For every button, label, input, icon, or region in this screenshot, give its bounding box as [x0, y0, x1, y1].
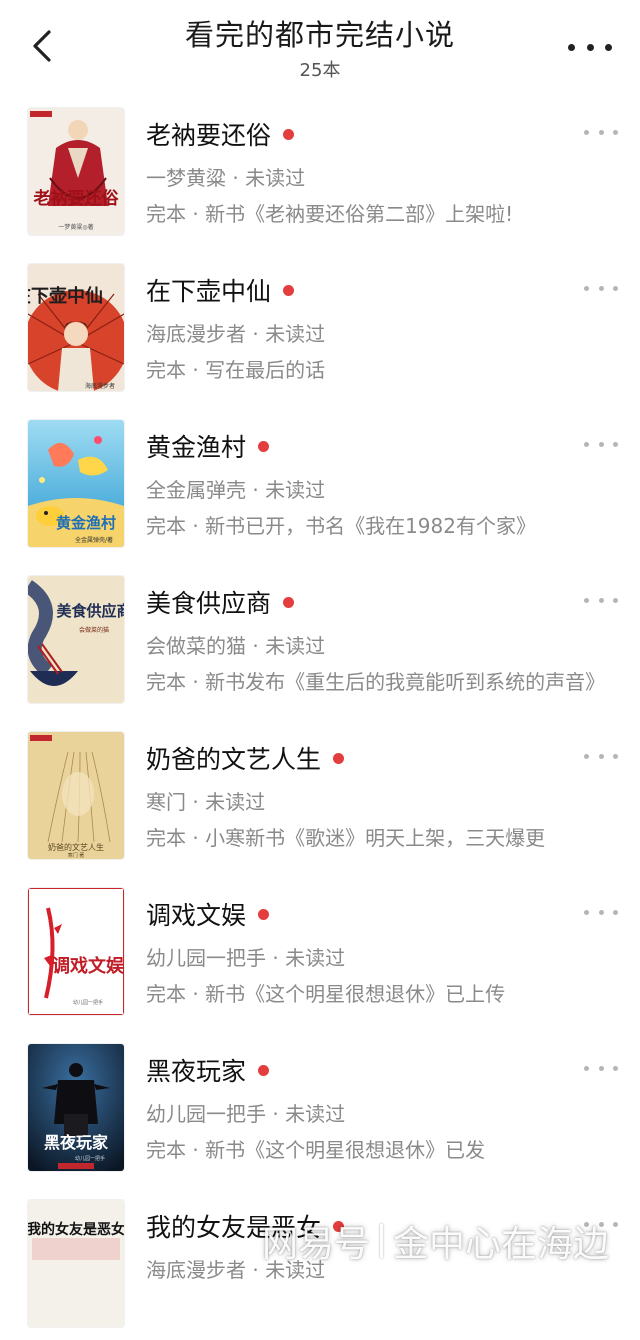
row-more-button[interactable] [584, 748, 618, 764]
cover-title: 美食供应商 [56, 602, 124, 620]
cover-author: 全金属弹壳/著 [75, 536, 113, 544]
book-row[interactable]: 奶爸的文艺人生 寒门 著 奶爸的文艺人生 寒门 · 未读过 完本 · 小寒新书《… [0, 716, 640, 872]
book-list: 老衲要还俗 一梦黄粱◎著 老衲要还俗 一梦黄粱 · 未读过 完本 · 新书《老衲… [0, 92, 640, 1340]
cover-title: 老衲要还俗 [33, 188, 120, 209]
book-meta: 幼儿园一把手 · 未读过 [146, 946, 346, 970]
book-update: 完本 · 写在最后的话 [146, 358, 326, 382]
new-update-dot [333, 752, 345, 764]
book-title: 奶爸的文艺人生 [146, 745, 322, 774]
more-dots-icon [584, 285, 589, 291]
book-title: 老衲要还俗 [146, 121, 272, 150]
book-cover[interactable]: 奶爸的文艺人生 寒门 著 [28, 732, 124, 859]
book-cover[interactable]: 在下壶中仙 海底漫步者 [28, 264, 124, 391]
book-title-wrap: 奶爸的文艺人生 [146, 740, 345, 776]
book-update: 完本 · 新书《这个明星很想退休》已发 [146, 1138, 486, 1162]
book-cover[interactable]: 老衲要还俗 一梦黄粱◎著 [28, 108, 124, 235]
book-cover[interactable]: 美食供应商 会做菜的猫 [28, 576, 124, 703]
book-cover[interactable]: 黄金渔村 全金属弹壳/著 [28, 420, 124, 547]
book-title-wrap: 调戏文娱 [146, 896, 270, 932]
cover-title: 黑夜玩家 [44, 1133, 109, 1152]
row-more-button[interactable] [584, 124, 618, 140]
cover-author: 一梦黄粱◎著 [58, 223, 93, 231]
book-row[interactable]: 在下壶中仙 海底漫步者 在下壶中仙 海底漫步者 · 未读过 完本 · 写在最后的… [0, 248, 640, 404]
new-update-dot [283, 128, 295, 140]
book-title-wrap: 黑夜玩家 [146, 1052, 270, 1088]
book-update: 完本 · 新书《这个明星很想退休》已上传 [146, 982, 506, 1006]
new-update-dot [258, 440, 270, 452]
more-dots-icon [568, 43, 575, 51]
cover-author: 海底漫步者 [85, 382, 115, 390]
book-cover[interactable]: 调戏文娱 幼儿园一把手 [28, 888, 124, 1015]
book-cover[interactable]: 黑夜玩家 幼儿园一把手 [28, 1044, 124, 1171]
more-dots-icon [584, 753, 589, 759]
book-meta: 幼儿园一把手 · 未读过 [146, 1102, 346, 1126]
book-update: 完本 · 新书《老衲要还俗第二部》上架啦! [146, 202, 514, 226]
watermark: 网易号 金中心在海边 [262, 1216, 609, 1266]
new-update-dot [283, 596, 295, 608]
row-more-button[interactable] [584, 904, 618, 920]
more-dots-icon [584, 129, 589, 135]
book-update: 完本 · 新书已开，书名《我在1982有个家》 [146, 514, 536, 538]
book-count: 25本 [299, 60, 341, 81]
new-update-dot [258, 908, 270, 920]
more-dots-icon [584, 597, 589, 603]
cover-author: 幼儿园一把手 [75, 1155, 105, 1162]
watermark-source: 网易号 [262, 1224, 371, 1265]
cover-title: 我的女友是恶女 [28, 1221, 124, 1238]
cover-author: 会做菜的猫 [79, 626, 109, 634]
book-row[interactable]: 黄金渔村 全金属弹壳/著 黄金渔村 全金属弹壳 · 未读过 完本 · 新书已开，… [0, 404, 640, 560]
watermark-author: 金中心在海边 [393, 1224, 610, 1265]
book-title: 美食供应商 [146, 589, 272, 618]
more-dots-icon [584, 441, 589, 447]
new-update-dot [283, 284, 295, 296]
book-cover[interactable]: 我的女友是恶女 [28, 1200, 124, 1327]
row-more-button[interactable] [584, 436, 618, 452]
book-title-wrap: 老衲要还俗 [146, 116, 295, 152]
row-more-button[interactable] [584, 1060, 618, 1076]
more-options-button[interactable] [568, 32, 612, 62]
new-update-dot [258, 1064, 270, 1076]
book-row[interactable]: 老衲要还俗 一梦黄粱◎著 老衲要还俗 一梦黄粱 · 未读过 完本 · 新书《老衲… [0, 92, 640, 248]
top-bar: 看完的都市完结小说 25本 [0, 0, 640, 92]
book-title: 黄金渔村 [146, 433, 247, 462]
cover-title: 奶爸的文艺人生 [48, 842, 104, 852]
more-dots-icon [584, 1065, 589, 1071]
book-title: 黑夜玩家 [146, 1057, 247, 1086]
book-meta: 全金属弹壳 · 未读过 [146, 478, 326, 502]
book-update: 完本 · 新书发布《重生后的我竟能听到系统的声音》 [146, 670, 606, 694]
book-update: 完本 · 小寒新书《歌迷》明天上架，三天爆更 [146, 826, 546, 850]
cover-title: 黄金渔村 [56, 514, 116, 532]
row-more-button[interactable] [584, 280, 618, 296]
book-title-wrap: 在下壶中仙 [146, 272, 295, 308]
watermark-separator [380, 1224, 384, 1258]
row-more-button[interactable] [584, 592, 618, 608]
cover-author: 寒门 著 [68, 852, 85, 859]
more-dots-icon [584, 909, 589, 915]
book-title: 在下壶中仙 [146, 277, 272, 306]
cover-title: 在下壶中仙 [28, 285, 103, 307]
book-title-wrap: 美食供应商 [146, 584, 295, 620]
book-title-wrap: 黄金渔村 [146, 428, 270, 464]
page-title: 看完的都市完结小说 [184, 18, 455, 52]
book-row[interactable]: 调戏文娱 幼儿园一把手 调戏文娱 幼儿园一把手 · 未读过 完本 · 新书《这个… [0, 872, 640, 1028]
book-row[interactable]: 美食供应商 会做菜的猫 美食供应商 会做菜的猫 · 未读过 完本 · 新书发布《… [0, 560, 640, 716]
book-meta: 寒门 · 未读过 [146, 790, 266, 814]
book-row[interactable]: 黑夜玩家 幼儿园一把手 黑夜玩家 幼儿园一把手 · 未读过 完本 · 新书《这个… [0, 1028, 640, 1184]
book-meta: 会做菜的猫 · 未读过 [146, 634, 326, 658]
cover-author: 幼儿园一把手 [73, 999, 103, 1006]
book-meta: 一梦黄粱 · 未读过 [146, 166, 306, 190]
book-title: 调戏文娱 [146, 901, 247, 930]
book-meta: 海底漫步者 · 未读过 [146, 322, 326, 346]
cover-title: 调戏文娱 [52, 955, 124, 977]
